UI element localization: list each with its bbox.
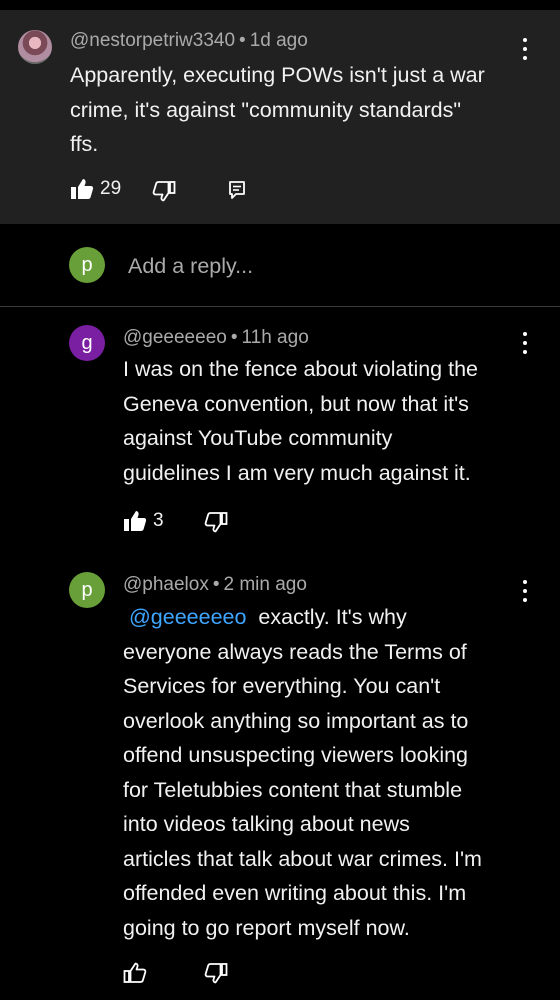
like-count: 29 [100,178,122,199]
comment-text-line: ffs. [70,132,99,156]
comment-text-line: overlook anything so important as to [123,708,469,733]
parent-comment: @nestorpetriw3340 • 1d ago Apparently, exe… [0,10,560,224]
thumbs-down-icon [204,512,228,533]
comment-text-line: offended even writing about this. I'm [123,881,467,905]
comment-text-line: articles that talk about war crimes. I'm [123,846,482,871]
comment-text: Apparently, executing POWs isn't just a … [70,58,485,162]
dislike-button[interactable] [204,511,228,533]
dot-separator: • [212,574,220,595]
comment-text-line: @geeeeeeo exactly. It's why [123,600,482,635]
comment-icon [229,181,245,199]
comment-time: 1d ago [249,30,308,51]
avatar-letter: p [81,578,93,601]
comment-text: @geeeeeeo exactly. It's why everyone alw… [123,600,482,945]
comment-text-line: going to go report myself now. [123,915,410,940]
dot-separator: • [230,327,238,348]
comment-text-line: I was on the fence about violating the [123,357,478,381]
dot-separator: • [239,30,246,51]
thumbs-up-icon [123,962,147,983]
comment-text-line: Services for everything. You can't [123,674,441,698]
comment-handle[interactable]: @geeeeeeo [123,327,227,348]
top-bar [0,0,560,10]
comment-text-line: everyone always reads the Terms of [123,639,467,664]
avatar[interactable]: p [69,572,105,608]
thumbs-up-icon [71,179,94,199]
comment-text-line: guidelines I am very much against it. [123,460,471,485]
thumbs-up-icon [124,511,147,531]
avatar[interactable]: g [69,325,105,361]
like-button[interactable] [123,962,147,984]
mention-link[interactable]: @geeeeeeo [129,605,246,629]
comment-meta: @geeeeeeo • 11h ago [123,327,309,349]
avatar[interactable]: p [69,247,105,283]
comment-text-line: Geneva convention, but now that it's [123,391,469,416]
like-button[interactable]: 29 [70,178,121,200]
like-count: 3 [153,510,164,531]
thumbs-down-icon [204,963,228,984]
comment-text-line: crime, it's against "community standards… [70,97,461,122]
comment-handle[interactable]: @nestorpetriw3340 [70,30,235,51]
more-options-icon[interactable] [515,332,535,354]
avatar-letter: g [81,331,93,354]
comment-text: I was on the fence about violating the G… [123,352,478,490]
comment-meta: @nestorpetriw3340 • 1d ago [70,30,308,52]
comment-text-line: into videos talking about news [123,812,410,836]
comment-time: 2 min ago [223,574,307,595]
add-reply-input[interactable]: Add a reply... [128,254,253,279]
thumbs-down-icon [152,181,176,202]
more-options-icon[interactable] [515,580,535,602]
avatar-letter: p [81,253,93,276]
comment-text-segment: exactly. It's why [258,605,407,629]
more-options-icon[interactable] [515,38,535,60]
comment-text-line: against YouTube community [123,426,393,450]
comment-text-line: offend unsuspecting viewers looking [123,743,469,767]
avatar[interactable] [18,30,52,64]
comment-handle[interactable]: @phaelox [123,574,209,595]
comment-time: 11h ago [241,327,309,348]
comment-meta: @phaelox • 2 min ago [123,574,307,596]
dislike-button[interactable] [152,180,176,202]
dislike-button[interactable] [204,962,228,984]
like-button[interactable]: 3 [123,510,164,532]
divider [0,306,560,307]
comment-text-line: Apparently, executing POWs isn't just a … [70,63,485,87]
reply-button[interactable] [228,180,246,200]
comment-text-line: for Teletubbies content that stumble [123,777,463,802]
